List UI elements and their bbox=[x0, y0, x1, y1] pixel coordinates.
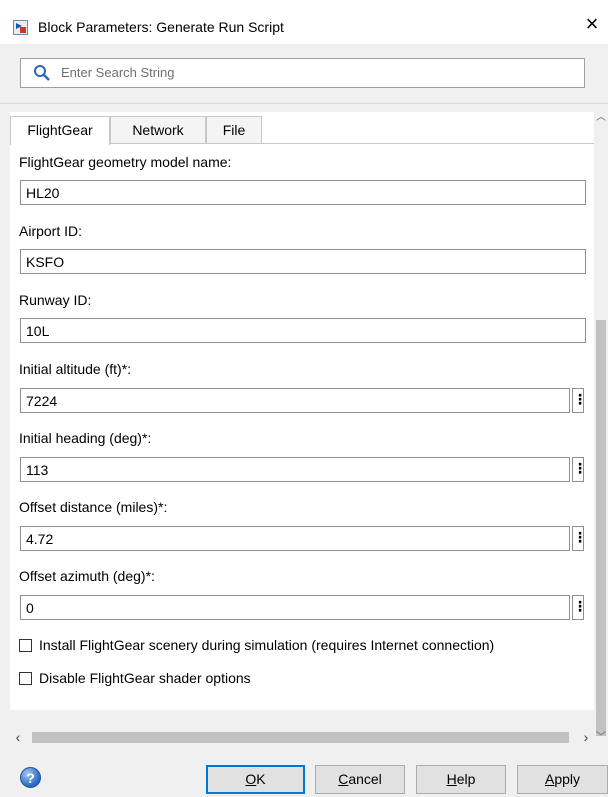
horizontal-scrollbar[interactable]: ‹ › bbox=[10, 729, 594, 746]
title-bar: Block Parameters: Generate Run Script × bbox=[0, 0, 608, 44]
install-scenery-checkbox[interactable] bbox=[19, 639, 32, 652]
cancel-accel: C bbox=[338, 771, 349, 787]
heading-more-button[interactable]: ⋮ bbox=[572, 457, 587, 482]
altitude-more-button[interactable]: ⋮ bbox=[572, 388, 587, 413]
simulink-block-icon bbox=[13, 20, 28, 35]
offset-distance-more-button[interactable]: ⋮ bbox=[572, 526, 587, 551]
offset-distance-field[interactable] bbox=[20, 526, 570, 551]
scroll-right-icon[interactable]: › bbox=[578, 729, 594, 746]
apply-button[interactable]: Apply bbox=[517, 765, 608, 794]
disable-shader-checkbox[interactable] bbox=[19, 672, 32, 685]
cancel-rest: ancel bbox=[348, 771, 382, 787]
apply-rest: pply bbox=[554, 771, 581, 787]
horizontal-scroll-thumb[interactable] bbox=[32, 732, 569, 743]
altitude-label: Initial altitude (ft)*: bbox=[19, 361, 132, 377]
scroll-up-icon[interactable]: ︿ bbox=[596, 112, 606, 124]
offset-azimuth-field[interactable] bbox=[20, 595, 570, 620]
heading-label: Initial heading (deg)*: bbox=[19, 430, 152, 446]
offset-distance-label: Offset distance (miles)*: bbox=[19, 499, 168, 515]
model-name-label: FlightGear geometry model name: bbox=[19, 154, 232, 170]
offset-azimuth-more-button[interactable]: ⋮ bbox=[572, 595, 587, 620]
tab-network[interactable]: Network bbox=[110, 116, 206, 143]
cancel-button[interactable]: Cancel bbox=[315, 765, 405, 794]
vertical-scrollbar[interactable]: ︿ ﹀ bbox=[594, 112, 608, 748]
model-name-field[interactable] bbox=[20, 180, 586, 205]
runway-id-label: Runway ID: bbox=[19, 292, 92, 308]
ok-accel: O bbox=[245, 771, 257, 787]
help-rest: elp bbox=[456, 771, 476, 787]
ok-rest: K bbox=[256, 771, 266, 787]
scroll-left-icon[interactable]: ‹ bbox=[10, 729, 26, 746]
airport-id-label: Airport ID: bbox=[19, 223, 83, 239]
search-icon bbox=[34, 65, 50, 81]
scroll-down-icon[interactable]: ﹀ bbox=[596, 732, 606, 744]
install-scenery-label: Install FlightGear scenery during simula… bbox=[39, 637, 495, 653]
disable-shader-label: Disable FlightGear shader options bbox=[39, 670, 251, 686]
help-accel: H bbox=[446, 771, 457, 787]
heading-field[interactable] bbox=[20, 457, 570, 482]
runway-id-field[interactable] bbox=[20, 318, 586, 343]
help-button[interactable]: Help bbox=[416, 765, 506, 794]
altitude-field[interactable] bbox=[20, 388, 570, 413]
tab-flightgear[interactable]: FlightGear bbox=[10, 116, 110, 145]
divider bbox=[0, 103, 608, 104]
close-icon[interactable]: × bbox=[581, 13, 603, 35]
ok-button[interactable]: OK bbox=[206, 765, 305, 794]
offset-azimuth-label: Offset azimuth (deg)*: bbox=[19, 568, 155, 584]
apply-accel: A bbox=[544, 771, 555, 787]
tab-file[interactable]: File bbox=[206, 116, 262, 143]
search-box[interactable] bbox=[20, 58, 585, 88]
help-icon[interactable]: ? bbox=[20, 767, 41, 788]
airport-id-field[interactable] bbox=[20, 249, 586, 274]
search-input[interactable] bbox=[61, 65, 561, 80]
window-title: Block Parameters: Generate Run Script bbox=[38, 19, 284, 35]
vertical-scroll-thumb[interactable] bbox=[596, 320, 606, 736]
